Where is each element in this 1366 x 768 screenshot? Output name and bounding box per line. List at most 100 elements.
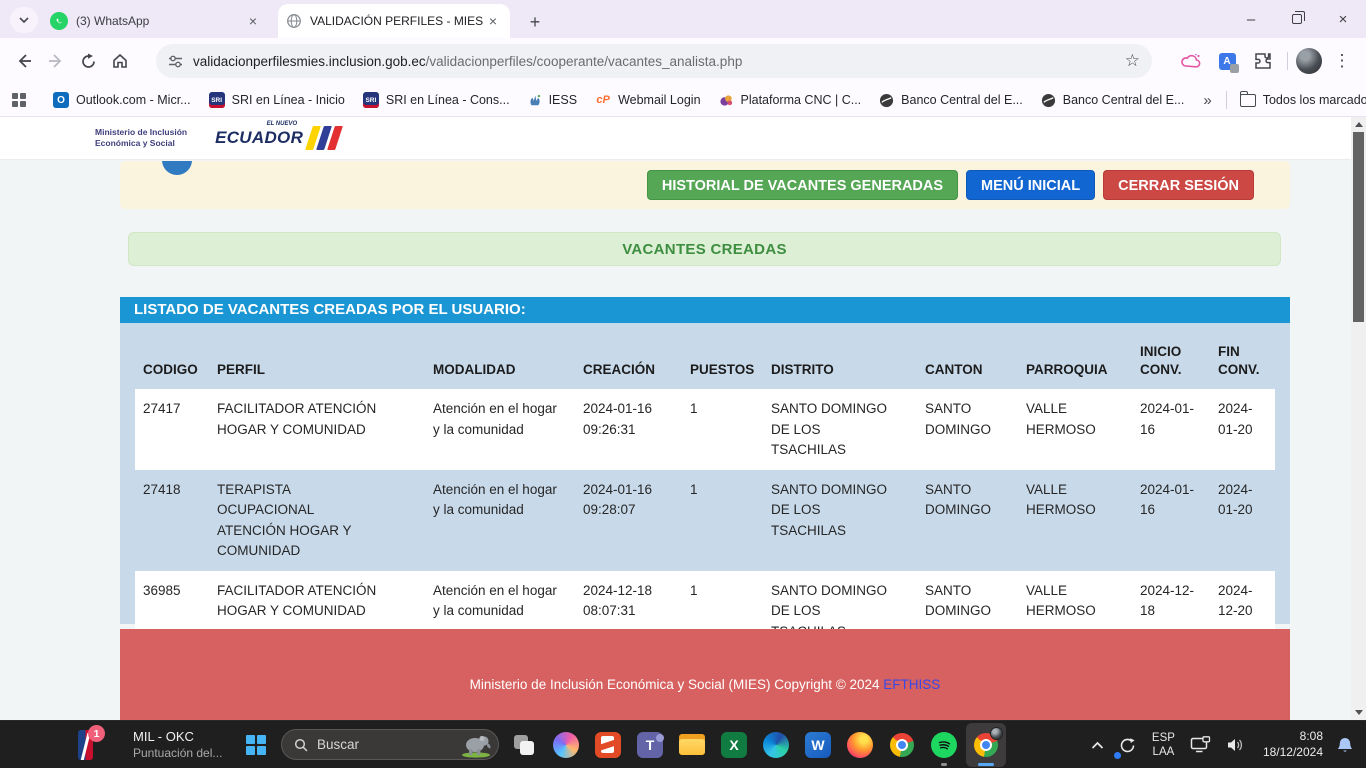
minimize-button[interactable]: – [1228,0,1274,38]
bookmark-sri-consultas[interactable]: SRI SRI en Línea - Cons... [354,87,519,113]
translate-extension-icon[interactable]: A [1211,45,1243,77]
pdf-editor-button[interactable] [588,723,628,767]
historial-vacantes-button[interactable]: HISTORIAL DE VACANTES GENERADAS [647,170,958,200]
tab-close-icon[interactable]: × [484,12,502,30]
active-indicator [978,763,994,766]
site-info-icon[interactable] [168,54,183,69]
profile-mini-avatar [990,727,1003,740]
scroll-down-arrow[interactable] [1351,705,1366,720]
cell-inicio-conv: 2024-01-16 [1132,470,1210,571]
col-header-distrito: DISTRITO [763,337,917,389]
page-scrollbar[interactable] [1351,117,1366,720]
bookmark-banco-central-2[interactable]: Banco Central del E... [1032,87,1194,113]
scroll-up-arrow[interactable] [1351,117,1366,132]
actions-panel: HISTORIAL DE VACANTES GENERADAS MENÚ INI… [120,161,1290,209]
cloud-extension-icon[interactable] [1175,45,1207,77]
bookmark-sri-inicio[interactable]: SRI SRI en Línea - Inicio [200,87,354,113]
tray-chevron-up-icon[interactable] [1084,725,1111,765]
task-view-button[interactable] [504,723,544,767]
site-header: Ministerio de Inclusión Económica y Soci… [0,117,1351,160]
col-header-fin-conv: FIN CONV. [1210,337,1275,389]
forward-button[interactable] [40,45,72,77]
user-icon-partial [162,161,192,175]
search-icon [294,738,308,752]
tab-close-icon[interactable]: × [244,12,262,30]
cell-distrito: SANTO DOMINGO DE LOS TSACHILAS [763,389,917,470]
all-bookmarks[interactable]: Todos los marcadores [1222,87,1366,113]
bookmark-banco-central-1[interactable]: Banco Central del E... [870,87,1032,113]
back-button[interactable] [8,45,40,77]
bookmark-iess[interactable]: IESS [519,87,587,113]
new-tab-button[interactable]: + [522,9,548,35]
col-header-creacion: CREACIÓN [575,337,682,389]
language-indicator[interactable]: ESP LAA [1144,731,1183,760]
excel-button[interactable]: X [714,723,754,767]
apps-grid-icon[interactable] [12,93,26,108]
bookmarks-overflow-chevron[interactable]: » [1193,92,1221,109]
edge-icon [763,732,789,758]
chrome-active-window-button[interactable] [966,723,1006,767]
cell-fin-conv: 2024-01-20 [1210,389,1275,470]
col-header-codigo: CODIGO [135,337,209,389]
url-text[interactable]: validacionperfilesmies.inclusion.gob.ec/… [193,54,1125,69]
bookmark-cnc[interactable]: Plataforma CNC | C... [710,87,871,113]
divider [1287,52,1288,70]
cell-perfil: TERAPISTA OCUPACIONAL ATENCIÓN HOGAR Y C… [209,470,425,571]
bookmark-star-icon[interactable]: ☆ [1125,51,1140,71]
url-path: /validacionperfiles/cooperante/vacantes_… [426,54,743,69]
col-header-modalidad: MODALIDAD [425,337,575,389]
ecuador-logo-top: EL NUEVO [267,121,298,127]
sri-favicon: SRI [363,92,379,108]
home-button[interactable] [104,45,136,77]
taskbar-search[interactable]: Buscar [281,729,499,760]
mies-logo-line2: Económica y Social [95,138,187,149]
menu-inicial-button[interactable]: MENÚ INICIAL [966,170,1095,200]
tab-search-button[interactable] [10,7,38,33]
address-bar[interactable]: validacionperfilesmies.inclusion.gob.ec/… [156,44,1152,78]
all-bookmarks-button[interactable]: Todos los marcadores [1231,87,1366,113]
window-controls: – × [1228,0,1366,38]
firefox-button[interactable] [840,723,880,767]
footer-copyright: Ministerio de Inclusión Económica y Soci… [470,677,884,692]
extensions-zone: A ⋮ [1175,44,1358,78]
browser-menu-kebab-icon[interactable]: ⋮ [1326,45,1358,77]
file-explorer-button[interactable] [672,723,712,767]
reload-button[interactable] [72,45,104,77]
forward-icon [47,52,65,70]
spotify-button[interactable] [924,723,964,767]
start-button[interactable] [242,731,270,759]
windows-taskbar: 1 MIL - OKC Puntuación del... Buscar [0,720,1366,768]
teams-button[interactable]: T [630,723,670,767]
col-header-puestos: PUESTOS [682,337,763,389]
bookmark-webmail[interactable]: cP Webmail Login [586,87,709,113]
volume-icon[interactable] [1219,725,1253,765]
globe-favicon [286,13,302,29]
efthiss-link[interactable]: EFTHISS [883,677,940,692]
extensions-puzzle-icon[interactable] [1247,45,1279,77]
cast-display-icon[interactable] [1183,725,1219,765]
outlook-favicon: O [53,92,69,108]
tab-mies-active[interactable]: VALIDACIÓN PERFILES - MIES × [278,4,510,38]
edge-button[interactable] [756,723,796,767]
tab-title: VALIDACIÓN PERFILES - MIES [310,14,484,28]
pdf-xchange-icon [595,732,621,758]
clock[interactable]: 8:08 18/12/2024 [1253,729,1329,760]
tab-whatsapp[interactable]: (3) WhatsApp × [42,4,270,38]
word-button[interactable]: W [798,723,838,767]
taskbar-widget-nba[interactable]: 1 MIL - OKC Puntuación del... [78,721,222,768]
copilot-button[interactable] [546,723,586,767]
close-window-button[interactable]: × [1320,0,1366,38]
table-header-row: CODIGO PERFIL MODALIDAD CREACIÓN PUESTOS… [135,337,1275,389]
word-icon: W [805,732,831,758]
scrollbar-thumb[interactable] [1353,132,1364,322]
notifications-bell-icon[interactable] [1329,725,1366,765]
action-buttons: HISTORIAL DE VACANTES GENERADAS MENÚ INI… [647,170,1254,200]
restore-button[interactable] [1274,0,1320,38]
running-indicator [941,763,947,766]
profile-avatar[interactable] [1296,48,1322,74]
cerrar-sesion-button[interactable]: CERRAR SESIÓN [1103,170,1254,200]
chrome-button[interactable] [882,723,922,767]
bookmark-outlook[interactable]: O Outlook.com - Micr... [44,87,200,113]
bookmark-label: Outlook.com - Micr... [76,93,191,107]
tray-sync-icon[interactable] [1111,725,1144,765]
